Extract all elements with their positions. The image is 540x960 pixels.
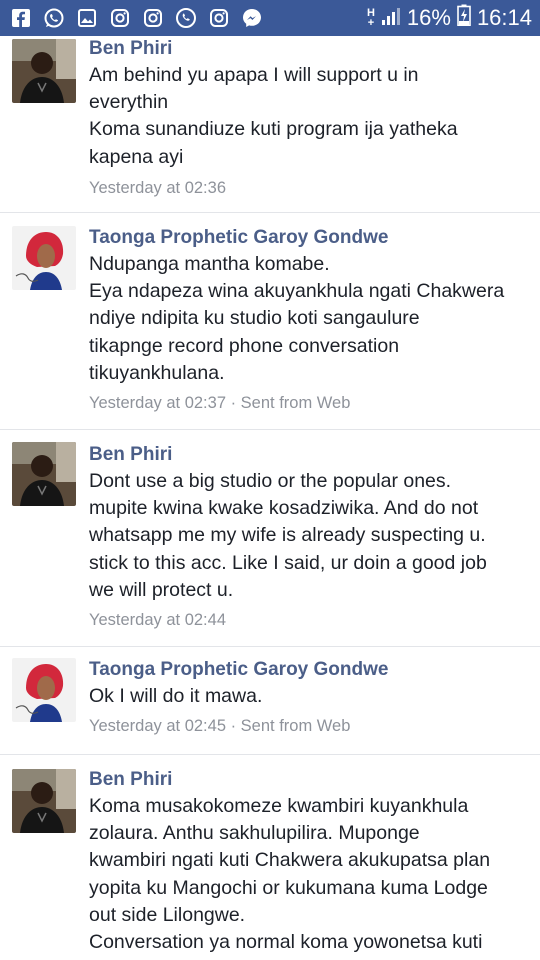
message-item: Ben Phiri Am behind yu apapa I will supp… bbox=[0, 36, 540, 213]
clock: 16:14 bbox=[476, 5, 532, 30]
message-timestamp: Yesterday at 02:45 bbox=[89, 717, 226, 736]
battery-charging-icon bbox=[457, 4, 471, 32]
message-text: Conversation ya normal koma yowonetsa ku… bbox=[89, 931, 483, 954]
message-meta: Yesterday at 02:45 · Sent from Web bbox=[89, 714, 530, 738]
avatar[interactable] bbox=[12, 226, 76, 290]
message-text: Koma musakokomeze kwambiri kuyankhula bbox=[89, 795, 469, 817]
sender-name[interactable]: Ben Phiri bbox=[89, 36, 530, 62]
message-item: Ben Phiri Koma musakokomeze kwambiri kuy… bbox=[0, 755, 540, 960]
message-item: Taonga Prophetic Garoy Gondwe Ndupanga m… bbox=[0, 213, 540, 430]
message-meta: Yesterday at 02:37 · Sent from Web bbox=[89, 391, 530, 415]
network-type-indicator: H + bbox=[366, 7, 375, 29]
message-source: · Sent from Web bbox=[226, 717, 351, 736]
facebook-icon bbox=[10, 7, 32, 29]
avatar[interactable] bbox=[12, 39, 76, 103]
messenger-icon bbox=[241, 7, 263, 29]
message-meta: Yesterday at 02:36 bbox=[89, 176, 530, 200]
message-text: Ndupanga mantha komabe. bbox=[89, 253, 330, 275]
message-text: whatsapp me my wife is already suspectin… bbox=[89, 524, 486, 547]
phone-refresh-icon bbox=[175, 7, 197, 29]
message-source: · Sent from Web bbox=[226, 394, 351, 413]
message-text: tikapnge record phone conversation bbox=[89, 334, 400, 357]
sender-name[interactable]: Ben Phiri bbox=[89, 442, 530, 468]
system-status: H + 16% 16:14 bbox=[367, 4, 532, 32]
message-text: Am behind yu apapa I will support u in bbox=[89, 64, 419, 86]
avatar[interactable] bbox=[12, 769, 76, 833]
sender-name[interactable]: Taonga Prophetic Garoy Gondwe bbox=[89, 657, 530, 683]
message-item: Taonga Prophetic Garoy Gondwe Ok I will … bbox=[0, 647, 540, 755]
message-meta: Yesterday at 02:44 bbox=[89, 608, 530, 632]
message-text: kapena ayi bbox=[89, 145, 184, 168]
conversation-feed[interactable]: Ben Phiri Am behind yu apapa I will supp… bbox=[0, 36, 540, 960]
message-text: mupite kwina kwake kosadziwika. And do n… bbox=[89, 497, 479, 520]
instagram-icon bbox=[109, 7, 131, 29]
message-text: Dont use a big studio or the popular one… bbox=[89, 470, 452, 492]
notification-icons bbox=[10, 7, 263, 29]
message-text: zolaura. Anthu sakhulupilira. Muponge bbox=[89, 822, 420, 845]
message-text: out side Lilongwe. bbox=[89, 903, 246, 926]
battery-percent: 16% bbox=[406, 5, 451, 30]
message-timestamp: Yesterday at 02:37 bbox=[89, 394, 226, 413]
message-text: yopita ku Mangochi or kukumana kuma Lodg… bbox=[89, 876, 488, 899]
message-timestamp: Yesterday at 02:36 bbox=[89, 178, 226, 197]
signal-icon bbox=[381, 5, 401, 31]
sender-name[interactable]: Ben Phiri bbox=[89, 767, 530, 793]
message-text: Eya ndapeza wina akuyankhula ngati Chakw… bbox=[89, 280, 505, 303]
message-text: we will protect u. bbox=[89, 578, 234, 601]
instagram-icon bbox=[208, 7, 230, 29]
gallery-icon bbox=[76, 7, 98, 29]
status-bar: H + 16% 16:14 bbox=[0, 0, 540, 36]
message-text: Ok I will do it mawa. bbox=[89, 685, 263, 707]
whatsapp-icon bbox=[43, 7, 65, 29]
sender-name[interactable]: Taonga Prophetic Garoy Gondwe bbox=[89, 225, 530, 251]
instagram-icon bbox=[142, 7, 164, 29]
message-text: kwambiri ngati kuti Chakwera akukupatsa … bbox=[89, 849, 491, 872]
message-text: tikuyankhulana. bbox=[89, 361, 225, 384]
avatar[interactable] bbox=[12, 658, 76, 722]
message-text: stick to this acc. Like I said, ur doin … bbox=[89, 551, 487, 574]
avatar[interactable] bbox=[12, 442, 76, 506]
message-item: Ben Phiri Dont use a big studio or the p… bbox=[0, 430, 540, 647]
message-timestamp: Yesterday at 02:44 bbox=[89, 611, 226, 630]
message-text: ndiye ndipita ku studio koti sangaulure bbox=[89, 307, 420, 330]
message-text: everythin bbox=[89, 91, 169, 114]
message-text: Koma sunandiuze kuti program ija yatheka bbox=[89, 118, 458, 141]
